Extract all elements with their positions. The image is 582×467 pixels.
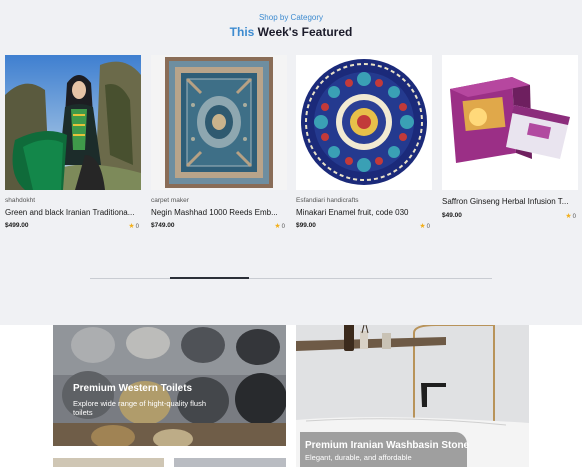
carousel-scrollbar-track[interactable] — [90, 278, 492, 279]
banner-western-toilets[interactable]: Premium Western Toilets Explore wide ran… — [53, 325, 286, 446]
banner-title: Premium Western Toilets — [73, 383, 193, 394]
banner-caption: Premium Iranian Washbasin Stone Elegant,… — [305, 440, 475, 462]
product-rating: ★0 — [274, 222, 285, 230]
banner-subtitle: Elegant, durable, and affordable — [305, 453, 412, 462]
product-price: $99.00 — [296, 222, 316, 229]
featured-section: Shop by Category This Week's Featured sh… — [0, 0, 582, 325]
product-image-carpet[interactable] — [151, 55, 287, 190]
product-card[interactable]: Saffron Ginseng Herbal Infusion T... $49… — [442, 55, 578, 235]
product-rating: ★0 — [128, 222, 139, 230]
product-title[interactable]: Green and black Iranian Traditiona... — [5, 208, 141, 217]
category-tile-partial[interactable] — [53, 458, 164, 467]
star-icon: ★ — [274, 223, 281, 230]
product-card[interactable]: Esfandiari handicrafts Minakari Enamel f… — [296, 55, 432, 235]
product-card[interactable]: shahdokht Green and black Iranian Tradit… — [5, 55, 141, 235]
product-vendor[interactable]: Esfandiari handicrafts — [296, 197, 359, 204]
rating-count: 0 — [572, 214, 576, 220]
star-icon: ★ — [128, 223, 135, 230]
section-title: This Week's Featured — [0, 25, 582, 39]
star-icon: ★ — [565, 213, 572, 220]
product-price: $749.00 — [151, 222, 175, 229]
product-title[interactable]: Saffron Ginseng Herbal Infusion T... — [442, 197, 578, 206]
rating-count: 0 — [426, 224, 430, 230]
section-eyebrow-link[interactable]: Shop by Category — [0, 13, 582, 22]
carousel-scrollbar-thumb[interactable] — [170, 277, 249, 279]
product-rating: ★0 — [419, 222, 430, 230]
rating-count: 0 — [281, 224, 285, 230]
banner-subtitle: Explore wide range of hight-quality flus… — [73, 399, 206, 417]
star-icon: ★ — [419, 223, 426, 230]
product-rating: ★0 — [565, 212, 576, 220]
banner-caption: Premium Western Toilets Explore wide ran… — [73, 383, 223, 417]
section-title-accent: This — [229, 25, 255, 39]
product-image-tea-box[interactable] — [442, 55, 578, 190]
category-tile-partial[interactable] — [174, 458, 286, 467]
product-title[interactable]: Negin Mashhad 1000 Reeds Emb... — [151, 208, 287, 217]
product-price: $49.00 — [442, 212, 462, 219]
banner-washbasin-stone[interactable]: Premium Iranian Washbasin Stone Elegant,… — [296, 325, 529, 467]
product-image-plate[interactable] — [296, 55, 432, 190]
product-image-woman[interactable] — [5, 55, 141, 190]
product-title[interactable]: Minakari Enamel fruit, code 030 — [296, 208, 432, 217]
product-vendor[interactable]: carpet maker — [151, 197, 189, 204]
rating-count: 0 — [135, 224, 139, 230]
banner-title: Premium Iranian Washbasin Stone — [305, 440, 470, 451]
product-card[interactable]: carpet maker Negin Mashhad 1000 Reeds Em… — [151, 55, 287, 235]
product-price: $499.00 — [5, 222, 29, 229]
section-title-rest: Week's Featured — [254, 25, 353, 39]
product-vendor[interactable]: shahdokht — [5, 197, 35, 204]
